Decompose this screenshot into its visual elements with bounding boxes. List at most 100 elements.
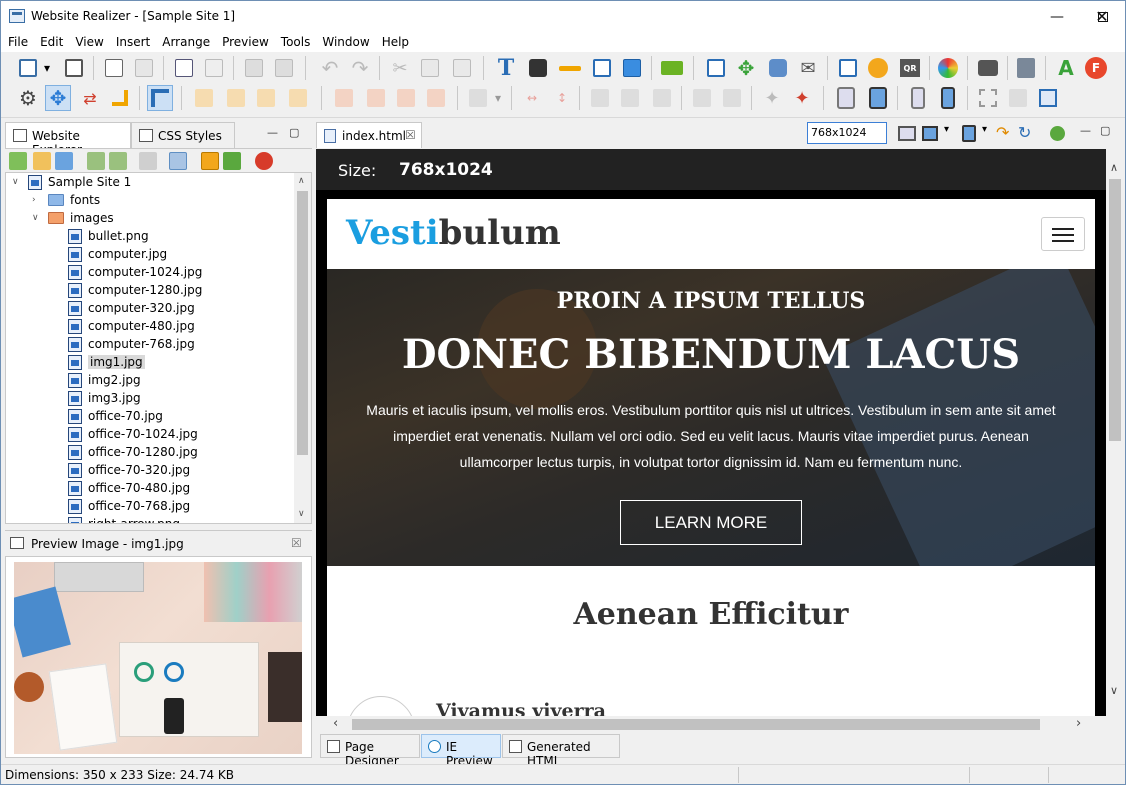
layer-icon[interactable] [659,55,685,81]
tree-file-item[interactable]: computer-320.jpg [68,299,195,317]
view-mode-icon[interactable] [169,152,187,170]
learn-more-button[interactable]: LEARN MORE [620,500,802,545]
tree-file-item[interactable]: computer-768.jpg [68,335,195,353]
tree-file-item[interactable]: computer-480.jpg [68,317,195,335]
export-icon[interactable] [109,152,127,170]
editor-minimize-button[interactable]: — [1080,124,1091,137]
size-input[interactable]: 768x1024 [807,122,887,144]
scroll-up-icon[interactable]: ∧ [298,176,305,186]
tree-file-item[interactable]: img3.jpg [68,389,141,407]
grid-view-icon[interactable] [223,152,241,170]
qr-code-icon[interactable]: QR [897,55,923,81]
tab-ie-preview[interactable]: IE Preview [421,734,501,768]
phone-rotate-icon[interactable] [935,85,961,111]
hamburger-menu-button[interactable] [1041,217,1085,251]
tablet-icon[interactable] [833,85,859,111]
scroll-right-icon[interactable]: › [1076,716,1081,731]
tree-file-item[interactable]: office-70-768.jpg [68,497,190,515]
tree-scrollbar[interactable]: ∧ ∨ [294,173,311,523]
copy-item-icon[interactable] [139,152,157,170]
tree-file-item[interactable]: bullet.png [68,227,149,245]
menu-help[interactable]: Help [375,32,414,49]
menu-tools[interactable]: Tools [274,32,316,49]
new-page-icon[interactable] [15,55,41,81]
go-icon[interactable] [1050,126,1065,141]
camera-icon[interactable] [765,55,791,81]
tree-file-item[interactable]: office-70-480.jpg [68,479,190,497]
tree-file-item[interactable]: right-arrow.png [68,515,180,523]
flash-icon[interactable]: F [1083,55,1109,81]
snap-icon[interactable]: ⇄ [77,85,103,111]
close-tab-icon[interactable]: ☒ [405,128,416,142]
grid-settings-icon[interactable]: ⚙ [15,85,41,111]
preview-scroll-down-icon[interactable]: ∨ [1110,684,1118,697]
tree-file-item[interactable]: img2.jpg [68,371,141,389]
preview-scroll-up-icon[interactable]: ∧ [1110,161,1118,174]
tree-file-item[interactable]: office-70-1024.jpg [68,425,198,443]
desktop-view-icon[interactable] [898,126,916,141]
html-icon[interactable] [525,55,551,81]
tree-file-item[interactable]: office-70-1280.jpg [68,443,198,461]
delete-icon[interactable] [255,152,273,170]
tab-index-html[interactable]: index.html ☒ [316,122,422,148]
tree-file-item[interactable]: computer.jpg [68,245,167,263]
tree-root[interactable]: Sample Site 1 [28,173,131,191]
page-properties-icon[interactable] [61,55,87,81]
scroll-left-icon[interactable]: ‹ [333,716,338,731]
font-icon[interactable]: A [1053,55,1079,81]
expand-fonts-icon[interactable]: › [32,195,36,205]
close-preview-icon[interactable]: ☒ [291,536,302,550]
site-logo[interactable]: Vestibulum [346,213,561,253]
shape-icon[interactable] [865,55,891,81]
tree-file-item[interactable]: computer-1280.jpg [68,281,202,299]
new-folder-icon[interactable] [9,152,27,170]
corner-icon[interactable] [107,85,133,111]
tab-page-designer[interactable]: Page Designer [320,734,420,768]
open-file-icon[interactable] [171,55,197,81]
import-icon[interactable] [87,152,105,170]
collapse-root-icon[interactable]: ∨ [12,177,19,187]
minimize-button[interactable]: — [1034,1,1080,32]
move-icon[interactable]: ✥ [45,85,71,111]
collapse-images-icon[interactable]: ∨ [32,213,39,223]
form-icon[interactable] [619,55,645,81]
tab-generated-html[interactable]: Generated HTML [502,734,620,768]
new-page-dropdown-icon[interactable]: ▾ [39,55,55,81]
preview-horizontal-scrollbar[interactable]: ‹ › [316,716,1106,733]
css-icon[interactable] [975,55,1001,81]
email-icon[interactable]: ✉ [795,55,821,81]
table-icon[interactable] [589,55,615,81]
close-button[interactable]: ✕ [1079,1,1125,32]
panel-maximize-button[interactable]: ▢ [289,126,299,139]
pencil-box-icon[interactable] [835,55,861,81]
tree-folder-images[interactable]: images [48,209,114,227]
menu-insert[interactable]: Insert [109,32,155,49]
menu-view[interactable]: View [68,32,108,49]
thumbnail-icon[interactable] [201,152,219,170]
tree-folder-fonts[interactable]: fonts [48,191,100,209]
tab-website-explorer[interactable]: Website Explorer [5,122,131,157]
menu-arrange[interactable]: Arrange [155,32,215,49]
color-wheel-icon[interactable] [935,55,961,81]
add-image-icon[interactable] [101,55,127,81]
tree-file-item[interactable]: computer-1024.jpg [68,263,202,281]
move-item-icon[interactable] [55,152,73,170]
panel-minimize-button[interactable]: — [267,126,278,139]
line-icon[interactable] [557,55,583,81]
editor-maximize-button[interactable]: ▢ [1100,124,1110,137]
phone-icon[interactable] [905,85,931,111]
tree-file-item[interactable]: office-70-320.jpg [68,461,190,479]
preview-scroll-thumb[interactable] [1109,179,1121,441]
rotate-icon[interactable]: ↷ [996,123,1009,142]
menu-file[interactable]: File [1,32,33,49]
tree-file-item[interactable]: img1.jpg [68,353,145,371]
edit-page-icon[interactable] [33,152,51,170]
menu-preview[interactable]: Preview [215,32,274,49]
menu-window[interactable]: Window [315,32,374,49]
scroll-down-icon[interactable]: ∨ [298,509,305,519]
frame-icon[interactable] [1035,85,1061,111]
preview-vertical-scrollbar[interactable]: ∧ ∨ [1106,149,1124,716]
ruler-icon[interactable] [147,85,173,111]
tree-file-item[interactable]: office-70.jpg [68,407,163,425]
tablet-view-icon[interactable] [922,126,938,141]
